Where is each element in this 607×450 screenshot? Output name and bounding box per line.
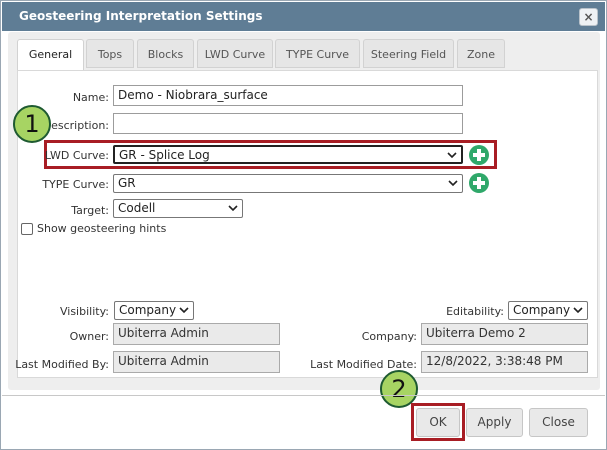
lwd-curve-value: GR - Splice Log — [119, 148, 210, 162]
ok-button[interactable]: OK — [416, 408, 460, 437]
visibility-label: Visibility: — [59, 305, 109, 318]
owner-field: Ubiterra Admin — [113, 323, 280, 345]
editability-select[interactable]: Company — [508, 301, 588, 320]
lwd-curve-select[interactable]: GR - Splice Log — [113, 145, 463, 164]
tab-tops[interactable]: Tops — [86, 39, 134, 68]
visibility-select[interactable]: Company — [114, 301, 194, 320]
tab-type-curve[interactable]: TYPE Curve — [275, 39, 360, 68]
dialog-title: Geosteering Interpretation Settings — [19, 9, 263, 23]
tab-strip: General Tops Blocks LWD Curve TYPE Curve… — [17, 39, 603, 71]
target-select[interactable]: Codell — [113, 199, 243, 218]
target-label: Target: — [71, 204, 109, 217]
type-curve-label: TYPE Curve: — [42, 178, 109, 191]
show-hints-checkbox[interactable] — [21, 223, 33, 235]
visibility-value: Company — [119, 303, 177, 317]
tab-general[interactable]: General — [17, 39, 84, 71]
owner-label: Owner: — [69, 330, 109, 343]
chevron-down-icon — [179, 307, 189, 314]
settings-dialog: Geosteering Interpretation Settings × Ge… — [0, 0, 607, 450]
add-type-curve-icon[interactable] — [469, 173, 489, 193]
modified-by-label: Last Modified By: — [15, 358, 109, 371]
description-field[interactable] — [113, 113, 463, 134]
description-label: Description: — [42, 119, 109, 132]
type-curve-select[interactable]: GR — [113, 174, 463, 193]
editability-label: Editability: — [446, 305, 504, 318]
modified-date-field: 12/8/2022, 3:38:48 PM — [421, 351, 588, 373]
editability-value: Company — [513, 303, 571, 317]
tab-lwd-curve[interactable]: LWD Curve — [197, 39, 273, 68]
chevron-down-icon — [228, 205, 238, 212]
add-lwd-curve-icon[interactable] — [469, 145, 489, 165]
tab-blocks[interactable]: Blocks — [137, 39, 194, 68]
apply-button[interactable]: Apply — [466, 408, 523, 437]
name-label: Name: — [72, 91, 109, 104]
tab-zone[interactable]: Zone — [457, 39, 505, 68]
target-value: Codell — [118, 201, 156, 215]
chevron-down-icon — [448, 180, 458, 187]
chevron-down-icon — [573, 307, 583, 314]
dialog-titlebar: Geosteering Interpretation Settings × — [2, 2, 605, 31]
tab-steering-field[interactable]: Steering Field — [363, 39, 454, 68]
modified-by-field: Ubiterra Admin — [113, 351, 280, 373]
footer-divider — [2, 395, 605, 396]
close-icon[interactable]: × — [579, 8, 598, 26]
step-1-badge: 1 — [13, 105, 51, 143]
show-hints-label: Show geosteering hints — [37, 222, 167, 235]
chevron-down-icon — [447, 152, 457, 159]
lwd-curve-label: LWD Curve: — [44, 149, 109, 162]
type-curve-value: GR — [118, 176, 136, 190]
company-label: Company: — [361, 330, 417, 343]
name-field[interactable]: Demo - Niobrara_surface — [113, 85, 463, 106]
close-button[interactable]: Close — [529, 408, 588, 437]
company-field: Ubiterra Demo 2 — [421, 323, 588, 345]
